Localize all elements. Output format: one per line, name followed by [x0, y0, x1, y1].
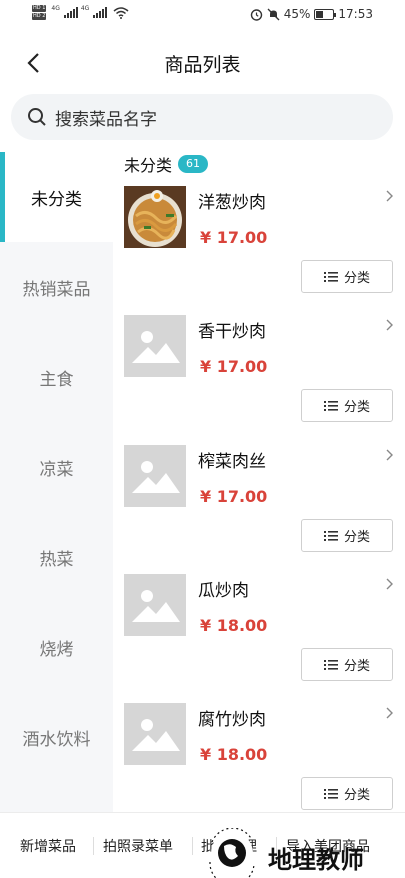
chevron-right-icon — [386, 190, 393, 202]
globe-logo-icon — [209, 828, 255, 878]
noodle-photo-image — [124, 186, 186, 248]
sidebar-item-label: 未分类 — [31, 189, 82, 210]
dish-photo — [124, 186, 186, 248]
list-icon — [323, 271, 338, 282]
image-placeholder-icon — [124, 574, 186, 636]
product-price: ¥ 18.00 — [200, 745, 268, 764]
group-title: 未分类 — [124, 156, 173, 175]
photo-menu-button[interactable]: 拍照录菜单 — [103, 813, 173, 878]
sidebar-item-drinks[interactable]: 酒水饮料 — [0, 692, 113, 782]
list-icon — [323, 530, 338, 541]
page-title: 商品列表 — [164, 54, 241, 76]
category-button-label: 分类 — [343, 271, 370, 286]
alarm-icon — [250, 8, 262, 21]
category-button-label: 分类 — [343, 530, 370, 545]
wifi-icon — [113, 6, 129, 19]
category-button[interactable]: 分类 — [301, 519, 393, 552]
sidebar-item-label: 热菜 — [39, 549, 74, 570]
network1-label: 4G — [51, 5, 60, 12]
sidebar-item-uncategorized[interactable]: 未分类 — [0, 152, 113, 242]
chevron-right-icon — [386, 578, 393, 590]
product-name: 瓜炒肉 — [198, 581, 249, 601]
category-button[interactable]: 分类 — [301, 389, 393, 422]
sidebar-item-hot-dishes[interactable]: 热菜 — [0, 512, 113, 602]
group-header: 未分类 61 — [124, 152, 209, 176]
list-icon — [323, 659, 338, 670]
product-item[interactable]: 瓜炒肉 ¥ 18.00 分类 — [113, 574, 405, 704]
watermark: 地理教师 — [196, 828, 405, 878]
category-button-label: 分类 — [343, 659, 370, 674]
hd2-label: HD 2 — [32, 13, 47, 20]
product-list: 未分类 61 洋葱炒肉 ¥ 17.00 分类 香干炒肉 ¥ 17.00 分类 榨… — [113, 146, 405, 812]
count-badge: 61 — [178, 155, 209, 173]
sidebar-item-label: 烧烤 — [39, 639, 74, 660]
product-price: ¥ 17.00 — [200, 228, 268, 247]
add-dish-button[interactable]: 新增菜品 — [20, 813, 76, 878]
image-placeholder-icon — [124, 703, 186, 765]
signal-icon — [93, 7, 108, 18]
sidebar-item-hot-sales[interactable]: 热销菜品 — [0, 242, 113, 332]
product-price: ¥ 17.00 — [200, 487, 268, 506]
chevron-right-icon — [386, 449, 393, 461]
status-left: HD 1 HD 2 4G 4G — [32, 5, 129, 20]
battery-percent: 45% — [283, 7, 311, 21]
product-item[interactable]: 香干炒肉 ¥ 17.00 分类 — [113, 315, 405, 445]
list-icon — [323, 400, 338, 411]
battery-icon — [314, 8, 337, 20]
product-name: 洋葱炒肉 — [198, 193, 266, 213]
sidebar-item-label: 主食 — [39, 369, 74, 390]
image-placeholder-icon — [124, 445, 186, 507]
sidebar-item-label: 酒水饮料 — [22, 729, 91, 750]
battery-fill — [316, 10, 324, 18]
search-placeholder: 搜索菜品名字 — [55, 109, 157, 130]
header: 商品列表 — [0, 38, 405, 88]
sidebar-item-bbq[interactable]: 烧烤 — [0, 602, 113, 692]
status-bar: HD 1 HD 2 4G 4G 45% 17:53 — [0, 0, 405, 32]
product-price: ¥ 18.00 — [200, 616, 268, 635]
category-button-label: 分类 — [343, 788, 370, 803]
sidebar-item-staple[interactable]: 主食 — [0, 332, 113, 422]
hd1-label: HD 1 — [32, 5, 47, 12]
product-price: ¥ 17.00 — [200, 357, 268, 376]
product-item[interactable]: 洋葱炒肉 ¥ 17.00 分类 — [113, 186, 405, 316]
product-name: 香干炒肉 — [198, 322, 266, 342]
sidebar-item-label: 热销菜品 — [22, 279, 91, 300]
list-icon — [323, 788, 338, 799]
category-button[interactable]: 分类 — [301, 260, 393, 293]
product-name: 榨菜肉丝 — [198, 452, 266, 472]
network2-label: 4G — [80, 5, 90, 12]
chevron-right-icon — [386, 707, 393, 719]
status-right: 45% 17:53 — [250, 7, 373, 21]
clock: 17:53 — [338, 7, 373, 21]
product-item[interactable]: 榨菜肉丝 ¥ 17.00 分类 — [113, 445, 405, 575]
image-placeholder-icon — [124, 315, 186, 377]
search-icon — [28, 108, 46, 126]
watermark-text: 地理教师 — [268, 846, 364, 874]
sidebar-item-cold-dishes[interactable]: 凉菜 — [0, 422, 113, 512]
chevron-right-icon — [386, 319, 393, 331]
category-button-label: 分类 — [343, 400, 370, 415]
divider — [93, 837, 94, 855]
product-name: 腐竹炒肉 — [198, 710, 266, 730]
hd-indicator: HD 1 HD 2 — [32, 5, 47, 20]
signal-icon — [63, 7, 78, 18]
divider — [192, 837, 193, 855]
search-input[interactable]: 搜索菜品名字 — [11, 94, 393, 140]
sidebar-item-label: 凉菜 — [39, 459, 74, 480]
category-button[interactable]: 分类 — [301, 777, 393, 810]
category-sidebar: 未分类 热销菜品 主食 凉菜 热菜 烧烤 酒水饮料 — [0, 152, 113, 812]
category-button[interactable]: 分类 — [301, 648, 393, 681]
mute-icon — [267, 8, 280, 20]
